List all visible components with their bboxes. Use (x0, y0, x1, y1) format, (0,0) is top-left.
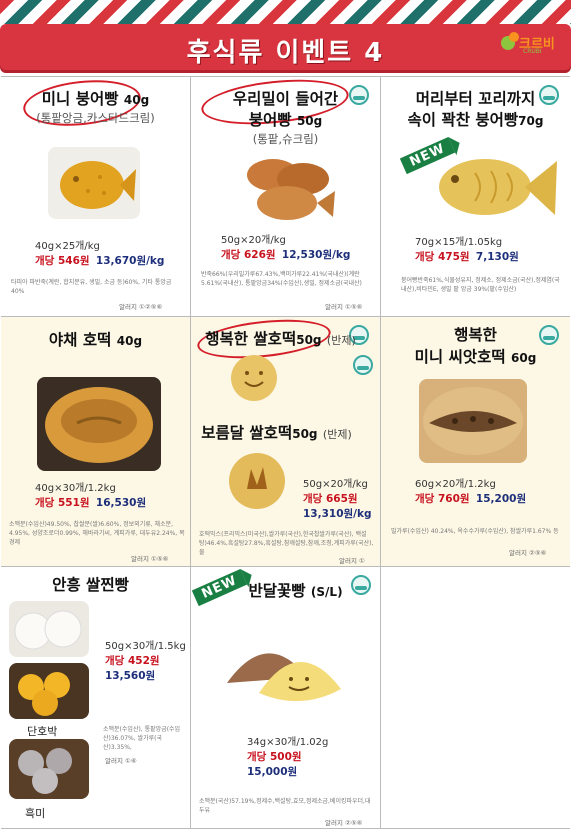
product-grid: 미니 붕어빵 40g (통팥앙금,카스타드크림) 40g×25개/kg 개당 5… (1, 76, 570, 829)
brand-dot-icon (509, 32, 519, 42)
decorative-stripes (0, 0, 571, 24)
product-name: 미니 붕어빵 40g (41, 90, 150, 108)
product-spec: 40g×25개/kg 개당 546원 13,670원/kg (35, 241, 165, 267)
allergy-info: 알러지 ① (339, 557, 365, 565)
product-photo (9, 601, 89, 657)
ingredients-text: 반죽66%(우리밀가루67.43%,백미가루22.41%(국내산)(계란5.61… (201, 271, 362, 287)
product-name-line2: 속이 꽉찬 붕어빵70g (407, 111, 544, 129)
product-card: 안흥 쌀찐빵 단호박 흑미 50g×30개/1.5kg 개당 452원 13,5… (1, 567, 191, 829)
product-card: NEW 반달꽃빵 (S/L) 34g×30개/1.02g 개당 500원 15,… (191, 567, 381, 829)
allergy-info: 알러지 ①⑤⑥ (325, 303, 363, 311)
product-name: 야채 호떡 40g (48, 331, 143, 349)
product-spec: 50g×20개/kg 개당 665원 13,310원/kg (303, 479, 372, 520)
ingredients-text: 타피아 파반죽(계란, 합지분유, 생밀, 소금 등)60%, 기타 통앙금40… (11, 279, 172, 295)
product-name: 안흥 쌀찐빵 (52, 576, 129, 594)
product-card: 미니 붕어빵 40g (통팥앙금,카스타드크림) 40g×25개/kg 개당 5… (1, 77, 191, 317)
product-sub: (통팥앙금,카스타드크림) (36, 111, 155, 125)
product-spec: 34g×30개/1.02g 개당 500원 15,000원 (247, 737, 329, 778)
product-card: 머리부터 꼬리까지 속이 꽉찬 붕어빵70g NEW 70g×15개/1.05k… (381, 77, 570, 317)
allergy-info: 알러지 ①⑤⑥ (131, 555, 169, 563)
allergy-info: 알러지 ①②⑤⑥ (119, 303, 163, 311)
product-photo (425, 143, 565, 229)
product-photo (9, 663, 89, 719)
product-name-line2: 붕어빵 50g (248, 111, 323, 129)
product-card: 우리밀이 들어간 붕어빵 50g (통팥,슈크림) 50g×20개/kg 개당 … (191, 77, 381, 317)
ingredients-text: 붕어빵반죽61%,식물성유지, 정제소, 정제소금(국산),정제염(국내산),비… (401, 277, 560, 293)
product-card: 행복한 미니 씨앗호떡 60g 60g×20개/1.2kg 개당 760원 15… (381, 317, 570, 567)
product-photo (229, 453, 285, 509)
product-photo (233, 147, 343, 229)
brand-logo: 크르비 CRUBI (501, 32, 561, 58)
ingredients-text: 소맥분(수입산)49.50%, 찹쌀분(쌀)6.60%, 정보외기류, 채소분,… (9, 521, 185, 546)
product-card: 행복한 쌀호떡50g (반제) 보름달 쌀호떡50g (반제) 50g×20개/… (191, 317, 381, 567)
allergy-info: 알러지 ②⑤⑥ (325, 819, 363, 827)
ingredients-text: 소맥분(국산)57.19%,정제수,백설탕,효모,정제소금,베이킹파우더,대두유 (199, 798, 371, 814)
product-photo (231, 355, 277, 401)
ingredients-text: 소맥분(수입산), 통팥앙금(수입산)36.07%, 쌀가루(국산)3.35%, (103, 726, 181, 751)
ingredients-text: 호떡믹스(프리믹스(미국산),쌀가루(국산),한국찹쌀가루(국산), 백설탕)4… (199, 531, 374, 556)
product-sub: (통팥,슈크림) (252, 132, 319, 146)
product-name-line2: 미니 씨앗호떡 60g (414, 348, 537, 366)
page-title: 후식류 이벤트 4 (186, 38, 385, 68)
product-name: 행복한 (454, 326, 497, 344)
variant-caption: 흑미 (25, 807, 46, 820)
variant-caption: 단호박 (27, 725, 58, 738)
product-spec: 60g×20개/1.2kg 개당 760원 15,200원 (415, 479, 527, 505)
product-spec: 40g×30개/1.2kg 개당 551원 16,530원 (35, 483, 147, 509)
product-spec: 50g×20개/kg 개당 626원 12,530원/kg (221, 235, 351, 261)
product-photo (219, 623, 347, 715)
product-name: 우리밀이 들어간 (232, 90, 339, 108)
header-banner: 후식류 이벤트 4 (0, 24, 571, 70)
product-name: 머리부터 꼬리까지 (415, 90, 536, 108)
product-photo (9, 739, 89, 799)
product-photo (419, 379, 527, 463)
allergy-info: 알러지 ①⑥ (105, 757, 137, 765)
product-spec: 50g×30개/1.5kg 개당 452원 13,560원 (105, 641, 186, 682)
product-photo (37, 377, 161, 471)
product-card: 야채 호떡 40g 40g×30개/1.2kg 개당 551원 16,530원 … (1, 317, 191, 567)
product-name: 반달꽃빵 (S/L) (248, 582, 343, 600)
ingredients-text: 밀가루(수입산) 40.24%, 옥수수가루(수입산), 참쌀가루1.67% 등 (391, 528, 559, 535)
product-name: 행복한 쌀호떡50g (반제) (205, 330, 356, 348)
product-name-b: 보름달 쌀호떡50g (반제) (201, 424, 352, 442)
empty-cell (381, 567, 570, 829)
product-spec: 70g×15개/1.05kg 개당 475원 7,130원 (415, 237, 519, 263)
allergy-info: 알러지 ②⑤⑥ (509, 549, 547, 557)
haccp-icon (353, 355, 373, 375)
product-photo (48, 147, 140, 219)
